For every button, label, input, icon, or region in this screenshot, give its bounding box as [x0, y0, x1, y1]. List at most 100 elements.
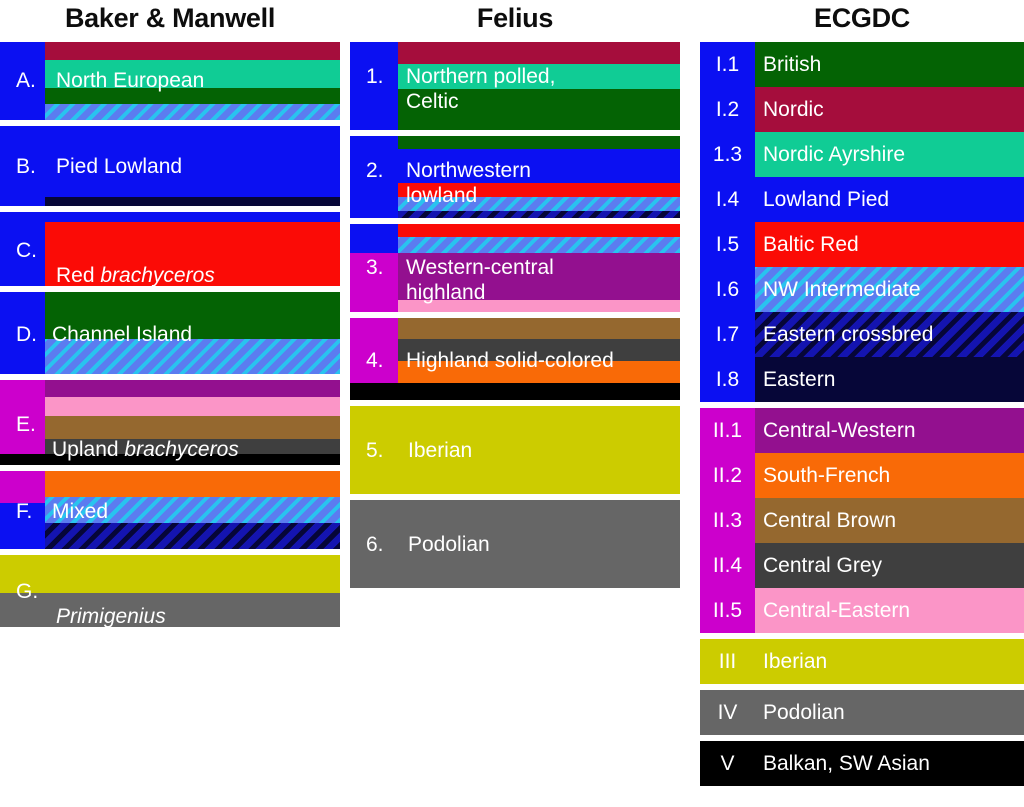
ecgdc-row-name: British [763, 52, 822, 76]
ecgdc-row[interactable]: II.5 Central-Eastern [700, 588, 1024, 633]
ecgdc-row-name: Podolian [763, 700, 845, 724]
band-brown [398, 318, 680, 339]
row-label-baker-A: A. [16, 69, 36, 92]
column-felius: Felius 1. Northern polled, Celtic 2. Nor… [350, 0, 680, 594]
ecgdc-row-label: I.5 [715, 232, 740, 256]
band-navy [45, 197, 340, 206]
row-label-baker-E: E. [16, 413, 36, 436]
ecgdc-row-label: II.5 [712, 598, 743, 622]
ecgdc-row[interactable]: II.2 South-French [700, 453, 1024, 498]
ecgdc-row-name: Iberian [763, 649, 828, 673]
ecgdc-row[interactable]: IV Podolian [700, 690, 1024, 735]
ecgdc-row[interactable]: II.3 Central Brown [700, 498, 1024, 543]
ecgdc-row[interactable]: I.5 Baltic Red [700, 222, 1024, 267]
row-baker-F[interactable]: F. Mixed [0, 471, 340, 549]
baker-rows: A. North European B. Pied Lowland C. Red… [0, 42, 340, 629]
column-baker-manwell: Baker & Manwell A. North European B. Pie… [0, 0, 340, 633]
ecgdc-row[interactable]: II.4 Central Grey [700, 543, 1024, 588]
row-name-baker-G: Primigenius [56, 579, 166, 629]
row-name-felius-1: Northern polled, Celtic [406, 65, 556, 113]
ecgdc-row-label: III [718, 649, 737, 673]
ecgdc-row[interactable]: III Iberian [700, 639, 1024, 684]
row-name-baker-C-italic: brachyceros [100, 264, 215, 287]
band-hatched-dark-blue [45, 523, 340, 549]
band-grey [350, 500, 680, 588]
ecgdc-row-label: I.2 [715, 97, 740, 121]
ecgdc-row-name: Lowland Pied [763, 187, 890, 211]
band-olive [0, 555, 340, 593]
ecgdc-group-3: III Iberian [700, 639, 1024, 684]
column-title-ecgdc: ECGDC [813, 3, 910, 33]
band-grey [0, 593, 340, 627]
band-blue-top [0, 212, 340, 222]
ecgdc-row[interactable]: I.6 NW Intermediate [700, 267, 1024, 312]
breed-classification-diagram: Baker & Manwell A. North European B. Pie… [0, 0, 1024, 807]
ecgdc-row-name: Eastern [763, 367, 836, 391]
row-felius-3[interactable]: 3. Western-central highland [350, 224, 680, 312]
row-label-baker-G: G. [16, 580, 39, 603]
band-red [398, 224, 680, 237]
row-name-felius-2: Northwestern lowland [406, 159, 531, 207]
ecgdc-row-label: I.1 [715, 52, 740, 76]
row-name-baker-D: Channel Island [52, 323, 193, 346]
row-label-felius-5: 5. [366, 439, 384, 462]
ecgdc-row[interactable]: 1.3 Nordic Ayrshire [700, 132, 1024, 177]
ecgdc-group-2: II.1 Central-Western II.2 South-French II.3 C… [700, 408, 1024, 633]
ecgdc-row[interactable]: I.1 British [700, 42, 1024, 87]
row-baker-E[interactable]: E. Upland brachyceros [0, 380, 340, 465]
band-blue-gutter-bottom [0, 197, 45, 206]
row-name-felius-5: Iberian [408, 439, 473, 462]
row-felius-5[interactable]: 5. Iberian [350, 406, 680, 494]
band-maroon [45, 42, 340, 60]
ecgdc-row[interactable]: I.8 Eastern [700, 357, 1024, 402]
column-title-baker-manwell: Baker & Manwell [64, 3, 276, 33]
row-felius-4[interactable]: 4. Highland solid-colored [350, 318, 680, 400]
row-baker-A[interactable]: A. North European [0, 42, 340, 120]
row-label-baker-F: F. [16, 500, 33, 523]
row-baker-G[interactable]: G. Primigenius [0, 555, 340, 629]
ecgdc-row-label: 1.3 [712, 142, 743, 166]
row-label-baker-B: B. [16, 155, 36, 178]
ecgdc-row-name: Central-Western [763, 418, 916, 442]
ecgdc-group-5: V Balkan, SW Asian [700, 741, 1024, 786]
row-name-baker-A: North European [56, 69, 205, 92]
row-felius-1[interactable]: 1. Northern polled, Celtic [350, 42, 680, 130]
ecgdc-row[interactable]: I.4 Lowland Pied [700, 177, 1024, 222]
ecgdc-row-label: I.4 [715, 187, 740, 211]
row-label-baker-C: C. [16, 239, 37, 262]
ecgdc-row-label: IV [717, 700, 738, 724]
ecgdc-row-name: NW Intermediate [763, 277, 921, 301]
row-name-baker-F: Mixed [52, 500, 109, 523]
ecgdc-row[interactable]: V Balkan, SW Asian [700, 741, 1024, 786]
ecgdc-row-label: II.2 [712, 463, 743, 487]
row-name-felius-6: Podolian [408, 533, 490, 556]
row-name-baker-E: Upland brachyceros [52, 412, 239, 462]
ecgdc-row[interactable]: II.1 Central-Western [700, 408, 1024, 453]
ecgdc-row[interactable]: I.7 Eastern crossbred [700, 312, 1024, 357]
gutter-baker-F-magenta [0, 471, 45, 503]
band-hatched-light-blue [45, 104, 340, 120]
ecgdc-group-1: I.1 British I.2 Nordic 1.3 Nordic Ayrshire I.4… [700, 42, 1024, 402]
ecgdc-row-name: Eastern crossbred [763, 322, 934, 346]
row-name-baker-G-italic: Primigenius [56, 605, 166, 628]
column-title-felius: Felius [476, 3, 554, 33]
row-name-baker-C-plain: Red [56, 264, 101, 287]
column-ecgdc: ECGDC I.1 British I.2 Nordic 1.3 Nordic Ayrsh… [700, 0, 1024, 792]
band-maroon [398, 42, 680, 64]
ecgdc-row-name: Nordic Ayrshire [763, 142, 905, 166]
ecgdc-rows: I.1 British I.2 Nordic 1.3 Nordic Ayrshire I.4… [700, 42, 1024, 786]
ecgdc-row-label: I.8 [715, 367, 740, 391]
ecgdc-row-name: Central Grey [763, 553, 883, 577]
row-baker-C[interactable]: C. Red brachyceros [0, 212, 340, 287]
ecgdc-row-name: Nordic [763, 97, 824, 121]
row-baker-D[interactable]: D. Channel Island [0, 292, 340, 374]
ecgdc-group-4: IV Podolian [700, 690, 1024, 735]
ecgdc-row-label: II.3 [712, 508, 743, 532]
ecgdc-row[interactable]: I.2 Nordic [700, 87, 1024, 132]
row-baker-B[interactable]: B. Pied Lowland [0, 126, 340, 206]
ecgdc-row-label: II.4 [712, 553, 743, 577]
row-label-felius-3: 3. [366, 256, 384, 279]
ecgdc-row-name: Balkan, SW Asian [763, 751, 930, 775]
row-felius-2[interactable]: 2. Northwestern lowland [350, 136, 680, 218]
row-felius-6[interactable]: 6. Podolian [350, 500, 680, 588]
